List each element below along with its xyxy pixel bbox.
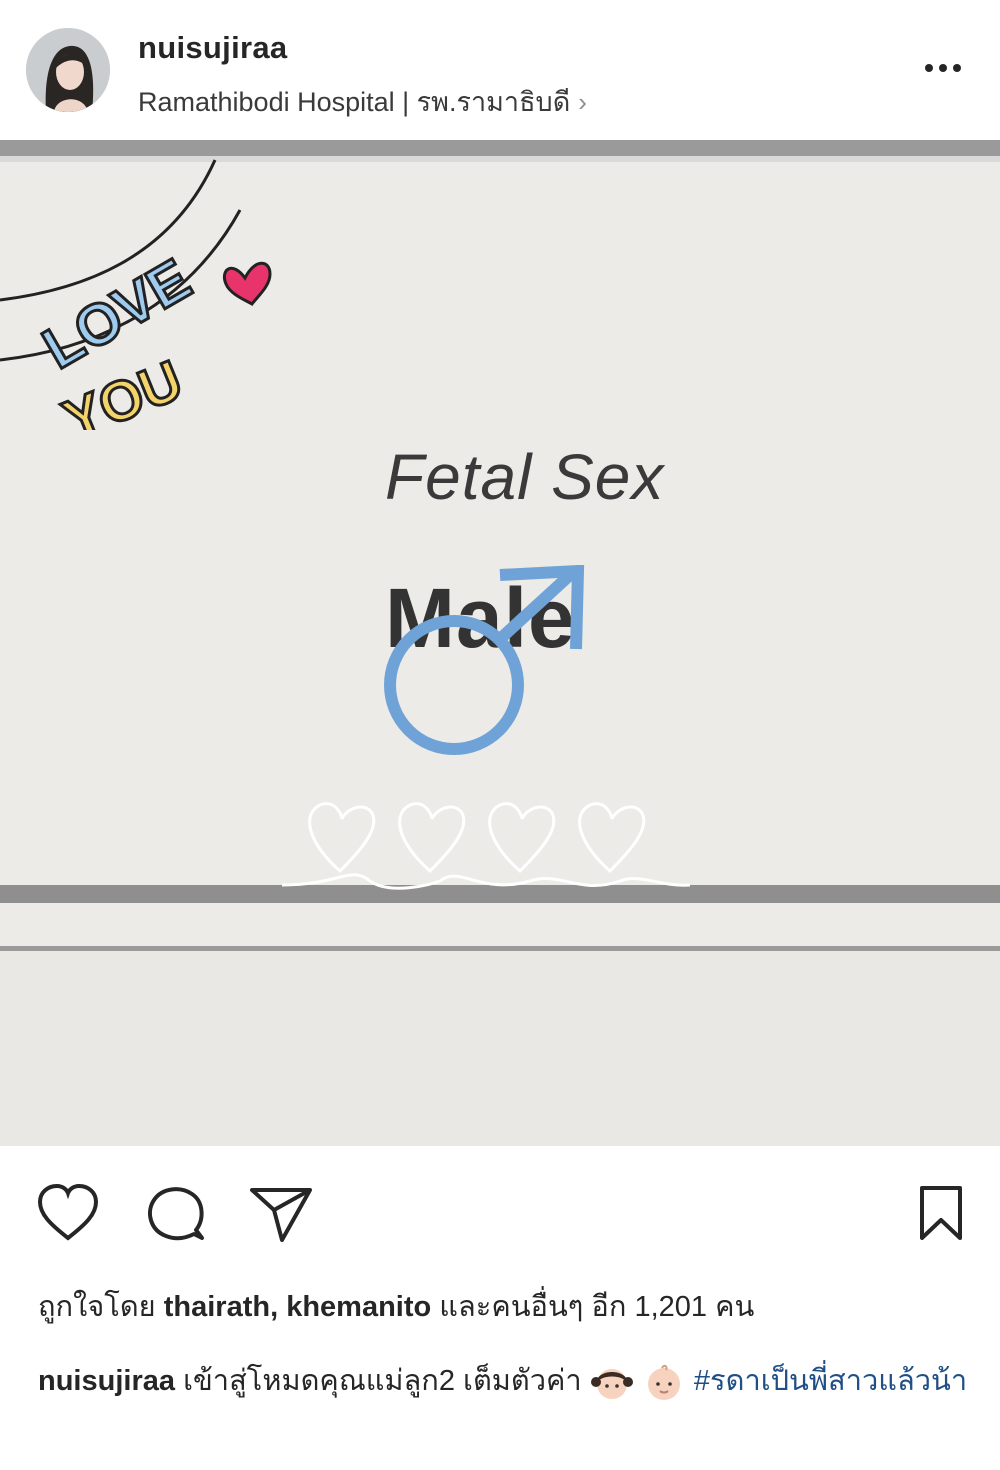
love-you-sticker: LOVE YOU bbox=[0, 159, 272, 430]
paper-plane-icon[interactable] bbox=[248, 1184, 314, 1244]
more-options-icon bbox=[925, 64, 933, 72]
likes-names[interactable]: thairath, khemanito bbox=[164, 1291, 432, 1323]
comment-icon[interactable] bbox=[144, 1184, 208, 1244]
post-photo[interactable]: LOVE YOU Fetal Sex Male bbox=[0, 140, 1000, 1146]
post-username[interactable]: nuisujiraa bbox=[138, 30, 287, 66]
caption-text: เข้าสู่โหมดคุณแม่ลูก2 เต็มตัวค่า bbox=[183, 1365, 582, 1397]
location-label: Ramathibodi Hospital | รพ.รามาธิบดี bbox=[138, 87, 571, 117]
likes-suffix: และคนอื่นๆ อีก 1,201 คน bbox=[439, 1291, 755, 1323]
post-header: nuisujiraa Ramathibodi Hospital | รพ.ราม… bbox=[0, 0, 1000, 140]
likes-prefix: ถูกใจโดย bbox=[38, 1291, 156, 1323]
fetal-sex-label: Fetal Sex bbox=[385, 441, 665, 513]
likes-summary[interactable]: ถูกใจโดย thairath, khemanito และคนอื่นๆ … bbox=[38, 1283, 754, 1329]
scribble-hearts-decoration bbox=[281, 802, 691, 890]
baby-emoji-icon bbox=[647, 1365, 680, 1401]
post-caption: nuisujiraa เข้าสู่โหมดคุณแม่ลูก2 เต็มตัว… bbox=[38, 1356, 968, 1406]
post-location[interactable]: Ramathibodi Hospital | รพ.รามาธิบดี › bbox=[138, 80, 587, 123]
heart-icon[interactable] bbox=[36, 1184, 100, 1244]
male-symbol-icon bbox=[384, 565, 585, 755]
caption-hashtag[interactable]: #รดาเป็นพี่สาวแล้วน้า bbox=[694, 1365, 967, 1397]
avatar-image bbox=[26, 28, 110, 112]
more-options-icon-dot bbox=[953, 64, 961, 72]
more-options-button[interactable] bbox=[915, 48, 971, 88]
avatar[interactable] bbox=[26, 28, 110, 112]
bookmark-icon[interactable] bbox=[916, 1184, 966, 1244]
more-options-icon-dot bbox=[939, 64, 947, 72]
chevron-right-icon: › bbox=[578, 87, 587, 117]
girl-emoji-icon bbox=[590, 1369, 633, 1400]
heart-sticker-icon bbox=[223, 261, 272, 306]
caption-username[interactable]: nuisujiraa bbox=[38, 1365, 175, 1397]
post-action-bar bbox=[0, 1170, 1000, 1260]
